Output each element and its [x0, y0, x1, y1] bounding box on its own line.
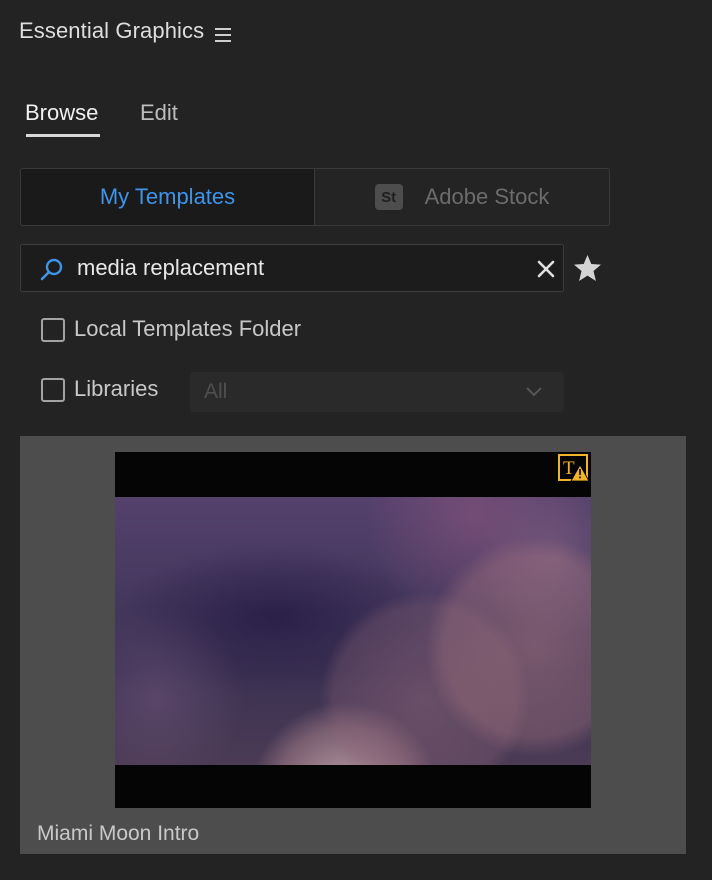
close-icon[interactable] [537, 260, 555, 278]
search-field[interactable] [20, 244, 564, 292]
adobe-stock-icon: St [374, 184, 403, 210]
chevron-down-icon [526, 387, 542, 397]
libraries-checkbox[interactable] [41, 378, 65, 402]
template-name: Miami Moon Intro [37, 822, 200, 845]
panel-title: Essential Graphics [19, 18, 205, 43]
template-card[interactable]: T Miami Moon Intro [20, 436, 686, 854]
search-icon [40, 258, 63, 281]
libraries-dropdown[interactable]: All [190, 372, 564, 412]
adobe-stock-label: Adobe Stock [424, 184, 550, 209]
local-templates-label[interactable]: Local Templates Folder [74, 316, 301, 342]
libraries-dropdown-value: All [204, 380, 228, 403]
my-templates-button[interactable]: My Templates [20, 168, 315, 226]
missing-font-warning-icon: T [558, 454, 590, 482]
template-thumbnail: T [115, 452, 591, 808]
hamburger-menu-icon[interactable] [214, 27, 234, 43]
adobe-stock-button[interactable]: St Adobe Stock [315, 168, 610, 226]
bokeh-preview-image [115, 497, 591, 765]
libraries-label[interactable]: Libraries [74, 376, 158, 402]
tab-edit[interactable]: Edit [140, 100, 178, 126]
search-input[interactable] [77, 245, 517, 291]
local-templates-checkbox[interactable] [41, 318, 65, 342]
active-tab-indicator [26, 134, 100, 137]
my-templates-label: My Templates [99, 184, 236, 209]
star-icon[interactable] [573, 254, 602, 282]
tab-browse[interactable]: Browse [25, 100, 98, 126]
svg-text:T: T [563, 458, 575, 479]
